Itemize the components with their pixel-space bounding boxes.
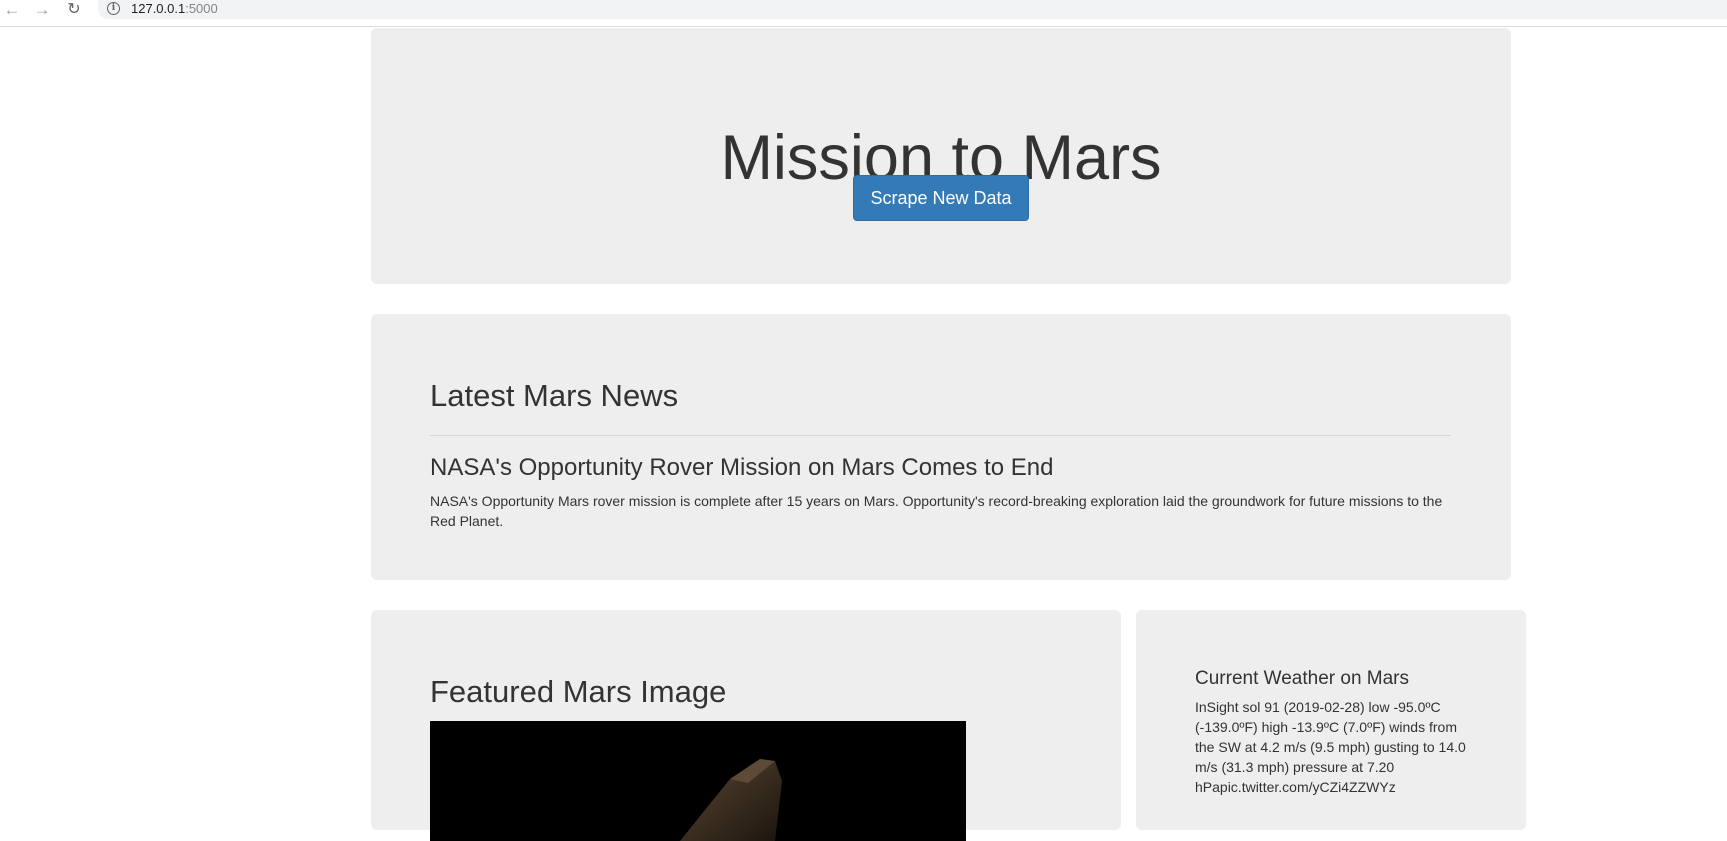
address-bar[interactable]: i 127.0.0.1:5000 xyxy=(98,0,1727,19)
scrape-new-data-button[interactable]: Scrape New Data xyxy=(853,175,1029,221)
reload-icon[interactable]: ↻ xyxy=(64,0,84,20)
back-arrow-icon[interactable]: ← xyxy=(2,0,22,20)
featured-mars-image xyxy=(430,721,966,841)
news-section-heading: Latest Mars News xyxy=(430,378,679,413)
featured-image-section: Featured Mars Image xyxy=(371,610,1121,841)
url-host: 127.0.0.1 xyxy=(131,1,186,16)
forward-arrow-icon[interactable]: → xyxy=(32,0,52,20)
url-port: :5000 xyxy=(185,1,218,16)
news-title: NASA's Opportunity Rover Mission on Mars… xyxy=(430,454,1054,481)
weather-heading: Current Weather on Mars xyxy=(1195,668,1410,689)
featured-image-heading: Featured Mars Image xyxy=(430,674,727,709)
browser-toolbar: ← → ↻ i 127.0.0.1:5000 xyxy=(0,0,1727,27)
divider xyxy=(430,435,1451,436)
image-rock-shape xyxy=(680,759,782,841)
weather-text: InSight sol 91 (2019-02-28) low -95.0ºC … xyxy=(1195,699,1466,795)
hero-jumbotron: Mission to Mars Scrape New Data xyxy=(371,28,1511,284)
url-text[interactable]: 127.0.0.1:5000 xyxy=(131,1,218,16)
weather-section: Current Weather on Mars InSight sol 91 (… xyxy=(1136,610,1526,830)
news-section: Latest Mars News NASA's Opportunity Rove… xyxy=(371,314,1511,580)
news-paragraph: NASA's Opportunity Mars rover mission is… xyxy=(430,493,1443,529)
featured-image-graphic xyxy=(680,759,782,841)
site-info-icon[interactable]: i xyxy=(107,2,120,15)
